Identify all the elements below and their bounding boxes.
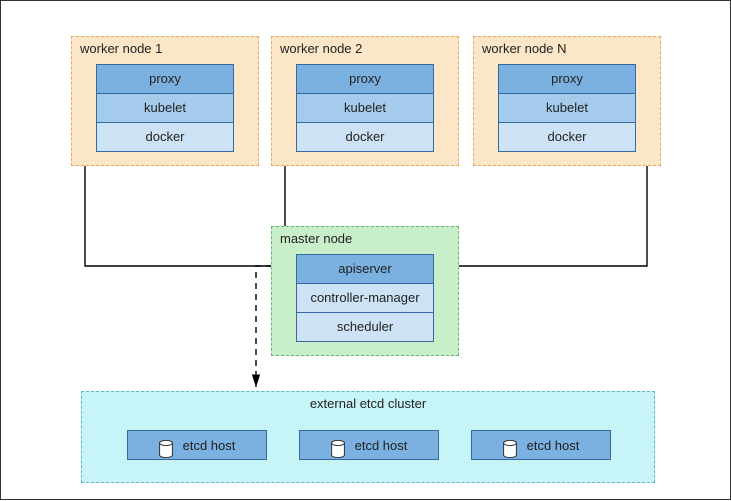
master-node-components: apiserver controller-manager scheduler	[296, 254, 434, 342]
diagram-canvas: worker node 1 proxy kubelet docker worke…	[0, 0, 731, 500]
etcd-host-2: etcd host	[299, 430, 439, 460]
worker-node-n: worker node N proxy kubelet docker	[473, 36, 661, 166]
proxy-box: proxy	[96, 64, 234, 94]
database-icon	[159, 440, 173, 458]
docker-box: docker	[498, 122, 636, 152]
proxy-box: proxy	[296, 64, 434, 94]
worker-node-n-title: worker node N	[482, 41, 567, 56]
worker-node-2-components: proxy kubelet docker	[296, 64, 434, 152]
master-node: master node apiserver controller-manager…	[271, 226, 459, 356]
etcd-cluster: external etcd cluster etcd host etcd hos…	[81, 391, 655, 483]
etcd-host-3: etcd host	[471, 430, 611, 460]
kubelet-box: kubelet	[296, 93, 434, 123]
etcd-host-1: etcd host	[127, 430, 267, 460]
kubelet-box: kubelet	[96, 93, 234, 123]
worker-node-n-components: proxy kubelet docker	[498, 64, 636, 152]
apiserver-box: apiserver	[296, 254, 434, 284]
controller-manager-box: controller-manager	[296, 283, 434, 313]
docker-box: docker	[96, 122, 234, 152]
etcd-host-label: etcd host	[183, 431, 236, 461]
kubelet-box: kubelet	[498, 93, 636, 123]
docker-box: docker	[296, 122, 434, 152]
scheduler-box: scheduler	[296, 312, 434, 342]
etcd-host-label: etcd host	[355, 431, 408, 461]
proxy-box: proxy	[498, 64, 636, 94]
database-icon	[331, 440, 345, 458]
worker-node-1-components: proxy kubelet docker	[96, 64, 234, 152]
master-node-title: master node	[280, 231, 352, 246]
worker-node-2: worker node 2 proxy kubelet docker	[271, 36, 459, 166]
worker-node-2-title: worker node 2	[280, 41, 362, 56]
etcd-cluster-title: external etcd cluster	[82, 396, 654, 411]
worker-node-1: worker node 1 proxy kubelet docker	[71, 36, 259, 166]
etcd-host-label: etcd host	[527, 431, 580, 461]
worker-node-1-title: worker node 1	[80, 41, 162, 56]
database-icon	[503, 440, 517, 458]
